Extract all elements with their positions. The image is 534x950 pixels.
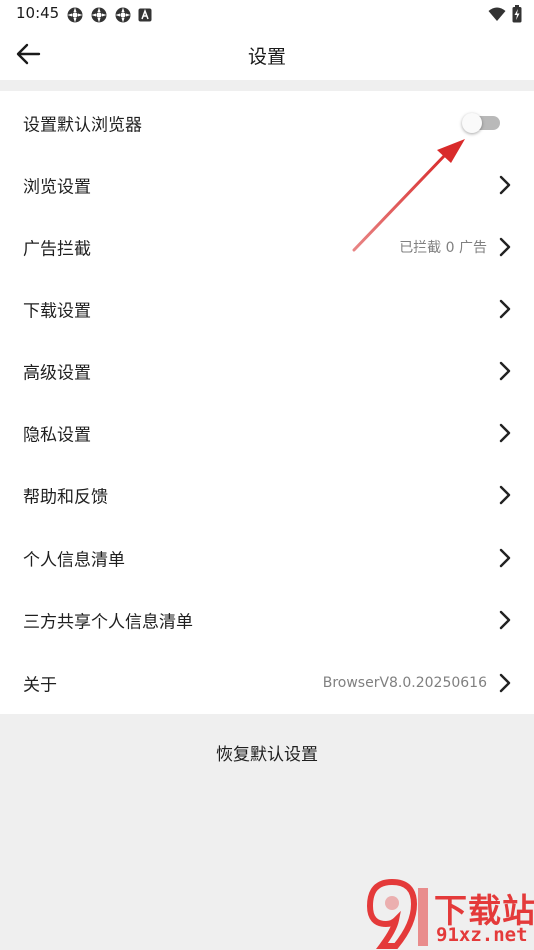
chevron-right-icon [499, 610, 511, 630]
settings-item-third-party-sharing[interactable]: 三方共享个人信息清单 [0, 589, 534, 651]
ad-block-count: 已拦截 0 广告 [399, 240, 487, 256]
settings-item-browsing[interactable]: 浏览设置 [0, 154, 534, 216]
chevron-right-icon [499, 237, 511, 257]
watermark-logo-icon [366, 878, 428, 949]
settings-item-label: 广告拦截 [23, 239, 91, 260]
settings-list: 设置默认浏览器 浏览设置 广告拦截 已拦截 0 广告 下载设置 高级设置 隐私设… [0, 91, 534, 714]
chevron-right-icon [499, 361, 511, 381]
battery-charging-icon [512, 5, 522, 23]
section-divider [0, 80, 534, 91]
site-watermark: 下载站 91xz.net [362, 876, 534, 950]
toggle-knob [462, 113, 482, 133]
settings-item-label: 高级设置 [23, 363, 91, 384]
settings-item-label: 个人信息清单 [23, 550, 125, 571]
settings-item-default-browser[interactable]: 设置默认浏览器 [0, 92, 534, 154]
chevron-right-icon [499, 485, 511, 505]
settings-item-label: 浏览设置 [23, 177, 91, 198]
app-bar: 设置 [0, 28, 534, 80]
settings-item-help-feedback[interactable]: 帮助和反馈 [0, 464, 534, 526]
settings-item-label: 帮助和反馈 [23, 487, 108, 508]
chevron-right-icon [499, 548, 511, 568]
app-version: BrowserV8.0.20250616 [322, 675, 487, 691]
app-a-icon [138, 8, 152, 22]
settings-item-download[interactable]: 下载设置 [0, 278, 534, 340]
page-title: 设置 [247, 46, 286, 68]
settings-item-personal-info-list[interactable]: 个人信息清单 [0, 527, 534, 589]
watermark-domain: 91xz.net [436, 924, 528, 946]
wifi-icon [488, 7, 506, 21]
status-notification-icons [66, 6, 152, 24]
settings-item-ad-block[interactable]: 广告拦截 已拦截 0 广告 [0, 216, 534, 278]
status-time: 10:45 [16, 4, 60, 22]
settings-gear-icon [91, 7, 107, 23]
chevron-right-icon [499, 673, 511, 693]
settings-item-label: 隐私设置 [23, 425, 91, 446]
default-browser-toggle[interactable] [462, 113, 500, 133]
status-system-icons [488, 5, 522, 23]
status-bar: 10:45 [0, 0, 534, 28]
settings-item-advanced[interactable]: 高级设置 [0, 340, 534, 402]
chevron-right-icon [499, 299, 511, 319]
settings-item-label: 三方共享个人信息清单 [23, 612, 193, 633]
settings-item-privacy[interactable]: 隐私设置 [0, 402, 534, 464]
chevron-right-icon [499, 423, 511, 443]
settings-item-label: 下载设置 [23, 301, 91, 322]
restore-defaults-button[interactable]: 恢复默认设置 [0, 714, 534, 790]
settings-item-label: 关于 [23, 675, 57, 696]
settings-item-about[interactable]: 关于 BrowserV8.0.20250616 [0, 652, 534, 714]
restore-defaults-label: 恢复默认设置 [216, 745, 318, 765]
settings-gear-icon [115, 7, 131, 23]
chevron-right-icon [499, 175, 511, 195]
settings-gear-icon [67, 7, 83, 23]
settings-item-label: 设置默认浏览器 [23, 115, 142, 136]
